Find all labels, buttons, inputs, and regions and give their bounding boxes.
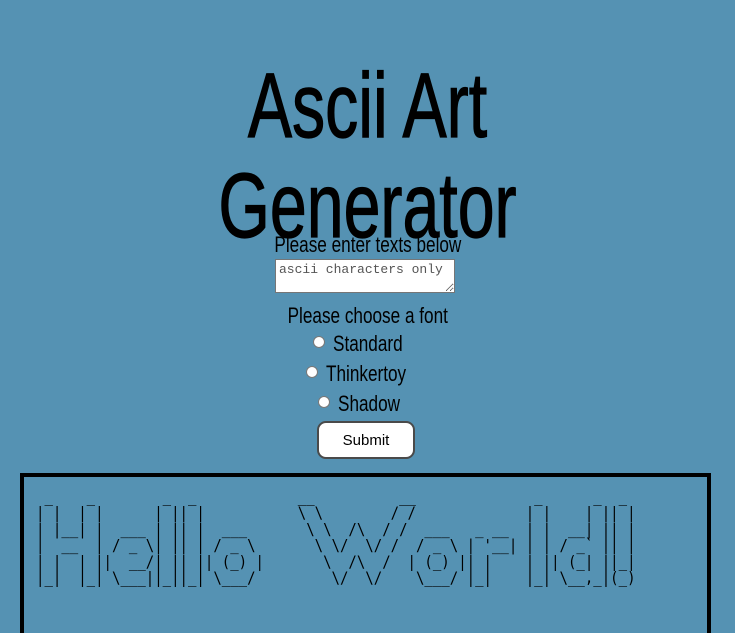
text-label: Please enter texts below	[274, 232, 461, 257]
font-label: Please choose a font	[287, 303, 448, 328]
ascii-output-box: _ _ _ _ __ __ _ _ _ | | | | | || | \ \ /…	[20, 473, 711, 633]
radio-shadow[interactable]	[317, 396, 330, 408]
submit-button[interactable]: Submit	[317, 421, 415, 459]
font-option-label: Shadow	[337, 391, 400, 416]
page-title: Ascii Art Generator	[218, 55, 517, 257]
font-option-thinkertoy[interactable]: Thinkertoy	[0, 361, 735, 389]
font-option-label: Thinkertoy	[326, 361, 407, 386]
font-option-shadow[interactable]: Shadow	[0, 391, 735, 419]
radio-thinkertoy[interactable]	[305, 366, 318, 378]
text-input[interactable]	[275, 259, 455, 293]
radio-standard[interactable]	[312, 336, 325, 348]
font-option-standard[interactable]: Standard	[0, 331, 735, 359]
ascii-art-output: _ _ _ _ __ __ _ _ _ | | | | | || | \ \ /…	[36, 486, 636, 588]
font-option-label: Standard	[333, 331, 403, 356]
